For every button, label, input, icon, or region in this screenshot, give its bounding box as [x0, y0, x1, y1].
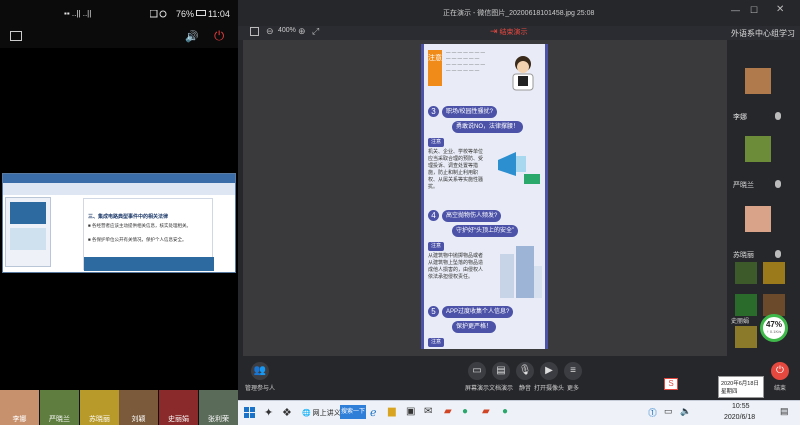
cast-icon[interactable]	[10, 31, 22, 41]
more-button[interactable]: ≡ 更多	[557, 362, 589, 398]
people-icon: 👥	[251, 362, 269, 380]
participant-thumb[interactable]: 史丽娟	[159, 390, 198, 425]
gauge-speed: ↑ 0.1K/s	[766, 329, 782, 334]
buildings-illustration	[494, 246, 542, 298]
notice-banner: 注意	[428, 50, 442, 86]
mail-icon[interactable]: ✉	[424, 406, 438, 420]
wechat-icon[interactable]: ●	[462, 406, 476, 420]
intro-text: — — — — — — — — — — — — — — — — — — — — — —…	[446, 50, 486, 73]
viewer-toolbar: ⊖ 400% ⊕ ⤢ ⇥ 结束演示	[238, 26, 800, 40]
grid-avatar[interactable]	[763, 262, 785, 284]
section-falling-objects: 4 高空抛物伤人频发? 守护好“头顶上的安全” 注意 从建筑物中抛掷物品或者从建…	[428, 210, 542, 302]
mic-icon: 🎙	[516, 362, 534, 380]
participant-thumb[interactable]: 李娜	[0, 390, 39, 425]
taskbar-item-lecture[interactable]: 🌐 网上讲义	[302, 408, 342, 422]
window-title-bar: 正在演示 - 微信图片_20200618101458.jpg 25:08 — ☐…	[238, 0, 800, 26]
notification-icon[interactable]: ▤	[780, 406, 794, 420]
network-icon[interactable]: ▭	[664, 406, 678, 420]
avatar	[745, 206, 771, 232]
participant-thumb[interactable]: 张利荣	[199, 390, 238, 425]
grid-avatar[interactable]	[735, 326, 757, 348]
store-icon[interactable]: ▣	[406, 406, 420, 420]
gauge-value: 47%	[765, 320, 782, 329]
end-meeting-button[interactable]: ⏻ 结束	[764, 362, 796, 398]
phone-clock: 11:04	[208, 9, 230, 19]
fit-icon[interactable]: ⤢	[312, 26, 319, 37]
group-title: 外语系中心组学习	[731, 29, 795, 38]
mic-icon	[775, 112, 781, 120]
taskbar-date: 2020/6/18	[724, 414, 756, 421]
app-icon[interactable]: ❖	[282, 406, 296, 420]
battery-icon	[196, 10, 206, 16]
close-icon[interactable]: ✕	[776, 4, 784, 15]
signal-indicators: ▪▪ ..|| ..||	[64, 9, 92, 18]
minimize-icon[interactable]: —	[731, 5, 740, 15]
window-title: 正在演示 - 微信图片_20200618101458.jpg 25:08	[443, 10, 595, 17]
phone-mirrored-slide: 三、集成电路典型事件中的相关法律 ■ 各经营者应该主动提供相关信息，核实处理相关…	[2, 173, 236, 273]
zoom-out-icon[interactable]: ⊖	[266, 26, 274, 37]
grid-avatar[interactable]	[763, 294, 785, 316]
app-icon[interactable]: ✦	[264, 406, 278, 420]
megaphone-illustration	[494, 146, 542, 186]
mic-icon	[775, 180, 781, 188]
network-gauge: 47% ↑ 0.1K/s	[760, 314, 788, 342]
volume-icon[interactable]: 🔊	[185, 30, 199, 43]
menu-icon: ≡	[564, 362, 582, 380]
power-icon: ⏻	[771, 362, 789, 380]
phone-toolbar: 🔊 ⏻	[0, 28, 238, 48]
meeting-controls: 👥 管理参与人 ▭ 屏幕演示 ▤ 文档演示 🎙 静音 ▶ 打开摄像头 ≡ 更多 …	[238, 356, 800, 400]
boy-phone-illustration	[508, 54, 538, 92]
taskbar-time: 10:55	[732, 403, 750, 410]
windows-taskbar: ✦ ❖ 🌐 网上讲义 搜索一下 ℯ ▆ ▣ ✉ ▰ ● ▰ ● ⓵ ▭ 🔈 10…	[238, 400, 800, 425]
slide-thumbnail-pane	[5, 197, 51, 267]
exit-icon: ⇥	[490, 26, 498, 36]
grid-name: 史丽娟	[731, 319, 750, 325]
windows-start-icon[interactable]	[244, 406, 258, 420]
section-harassment: 3 职场/校园性骚扰? 勇敢说NO，法律撑腰！ 注意 机关、企业、学校等单位应当…	[428, 106, 541, 192]
screen-icon: ▭	[468, 362, 486, 380]
participant-thumb[interactable]: 刘颖	[119, 390, 158, 425]
date-tooltip: 2020年6月18日 星期四	[718, 376, 764, 398]
grid-avatar[interactable]	[735, 262, 757, 284]
participants-panel: 外语系中心组学习 李娜 严晓兰 苏晓丽 史丽娟 47% ↑ 0.1K/s	[727, 29, 800, 356]
participant-card[interactable]: 严晓兰	[733, 136, 795, 204]
participant-thumb[interactable]: 苏晓丽	[80, 390, 119, 425]
sidebar-toggle-icon[interactable]	[250, 27, 259, 36]
slide-bullet-1: ■ 各经营者应该主动提供相关信息，核实处理相关。	[88, 223, 191, 228]
mic-icon	[775, 250, 781, 258]
stop-share-button[interactable]: ⇥ 结束演示	[490, 26, 528, 37]
manage-participants-button[interactable]: 👥 管理参与人	[244, 362, 276, 398]
taskbar-search-app[interactable]: 搜索一下	[340, 405, 366, 419]
avatar	[745, 68, 771, 94]
zoom-level: 400%	[278, 27, 296, 34]
slide-heading: 三、集成电路典型事件中的相关法律	[88, 214, 169, 220]
battery-percent: 76%	[176, 9, 195, 19]
participant-card[interactable]: 李娜	[733, 68, 795, 136]
tray-icon[interactable]: ⓵	[648, 406, 662, 420]
ime-indicator[interactable]: S	[664, 378, 678, 390]
presentation-icon[interactable]: ▰	[482, 406, 496, 420]
maximize-icon[interactable]: ☐	[750, 5, 758, 16]
folder-icon[interactable]: ▆	[388, 406, 402, 420]
power-icon[interactable]: ⏻	[214, 28, 224, 44]
participant-thumb[interactable]: 严晓兰	[40, 390, 79, 425]
phone-participant-strip: 李娜 严晓兰 苏晓丽 刘颖 史丽娟 张利荣	[0, 390, 238, 425]
wps-icon[interactable]: ▰	[444, 406, 458, 420]
document-icon: ▤	[492, 362, 510, 380]
meeting-app-icon[interactable]: ●	[502, 406, 516, 420]
grid-avatar[interactable]	[735, 294, 757, 316]
phone-status-bar: ▪▪ ..|| ..|| 76% 11:04	[0, 0, 238, 28]
nfc-icon	[149, 9, 174, 18]
slide-app-ribbon	[3, 183, 235, 195]
slide-canvas: 三、集成电路典型事件中的相关法律 ■ 各经营者应该主动提供相关信息，核实处理相关…	[83, 198, 214, 271]
camera-icon: ▶	[540, 362, 558, 380]
speaker-icon[interactable]: 🔈	[680, 406, 694, 420]
edge-icon[interactable]: ℯ	[370, 406, 384, 420]
zoom-in-icon[interactable]: ⊕	[298, 26, 306, 37]
slide-app-titlebar	[3, 174, 235, 183]
slide-bullet-2: ■ 各保护单位公开有关情况，保护个人信息安全。	[88, 237, 187, 242]
avatar	[745, 136, 771, 162]
infographic-document: 注意 — — — — — — — — — — — — — — — — — — — —…	[421, 44, 548, 349]
section-app-privacy: 5 APP过度收集个人信息? 保护更严格！ 注意	[428, 306, 541, 347]
